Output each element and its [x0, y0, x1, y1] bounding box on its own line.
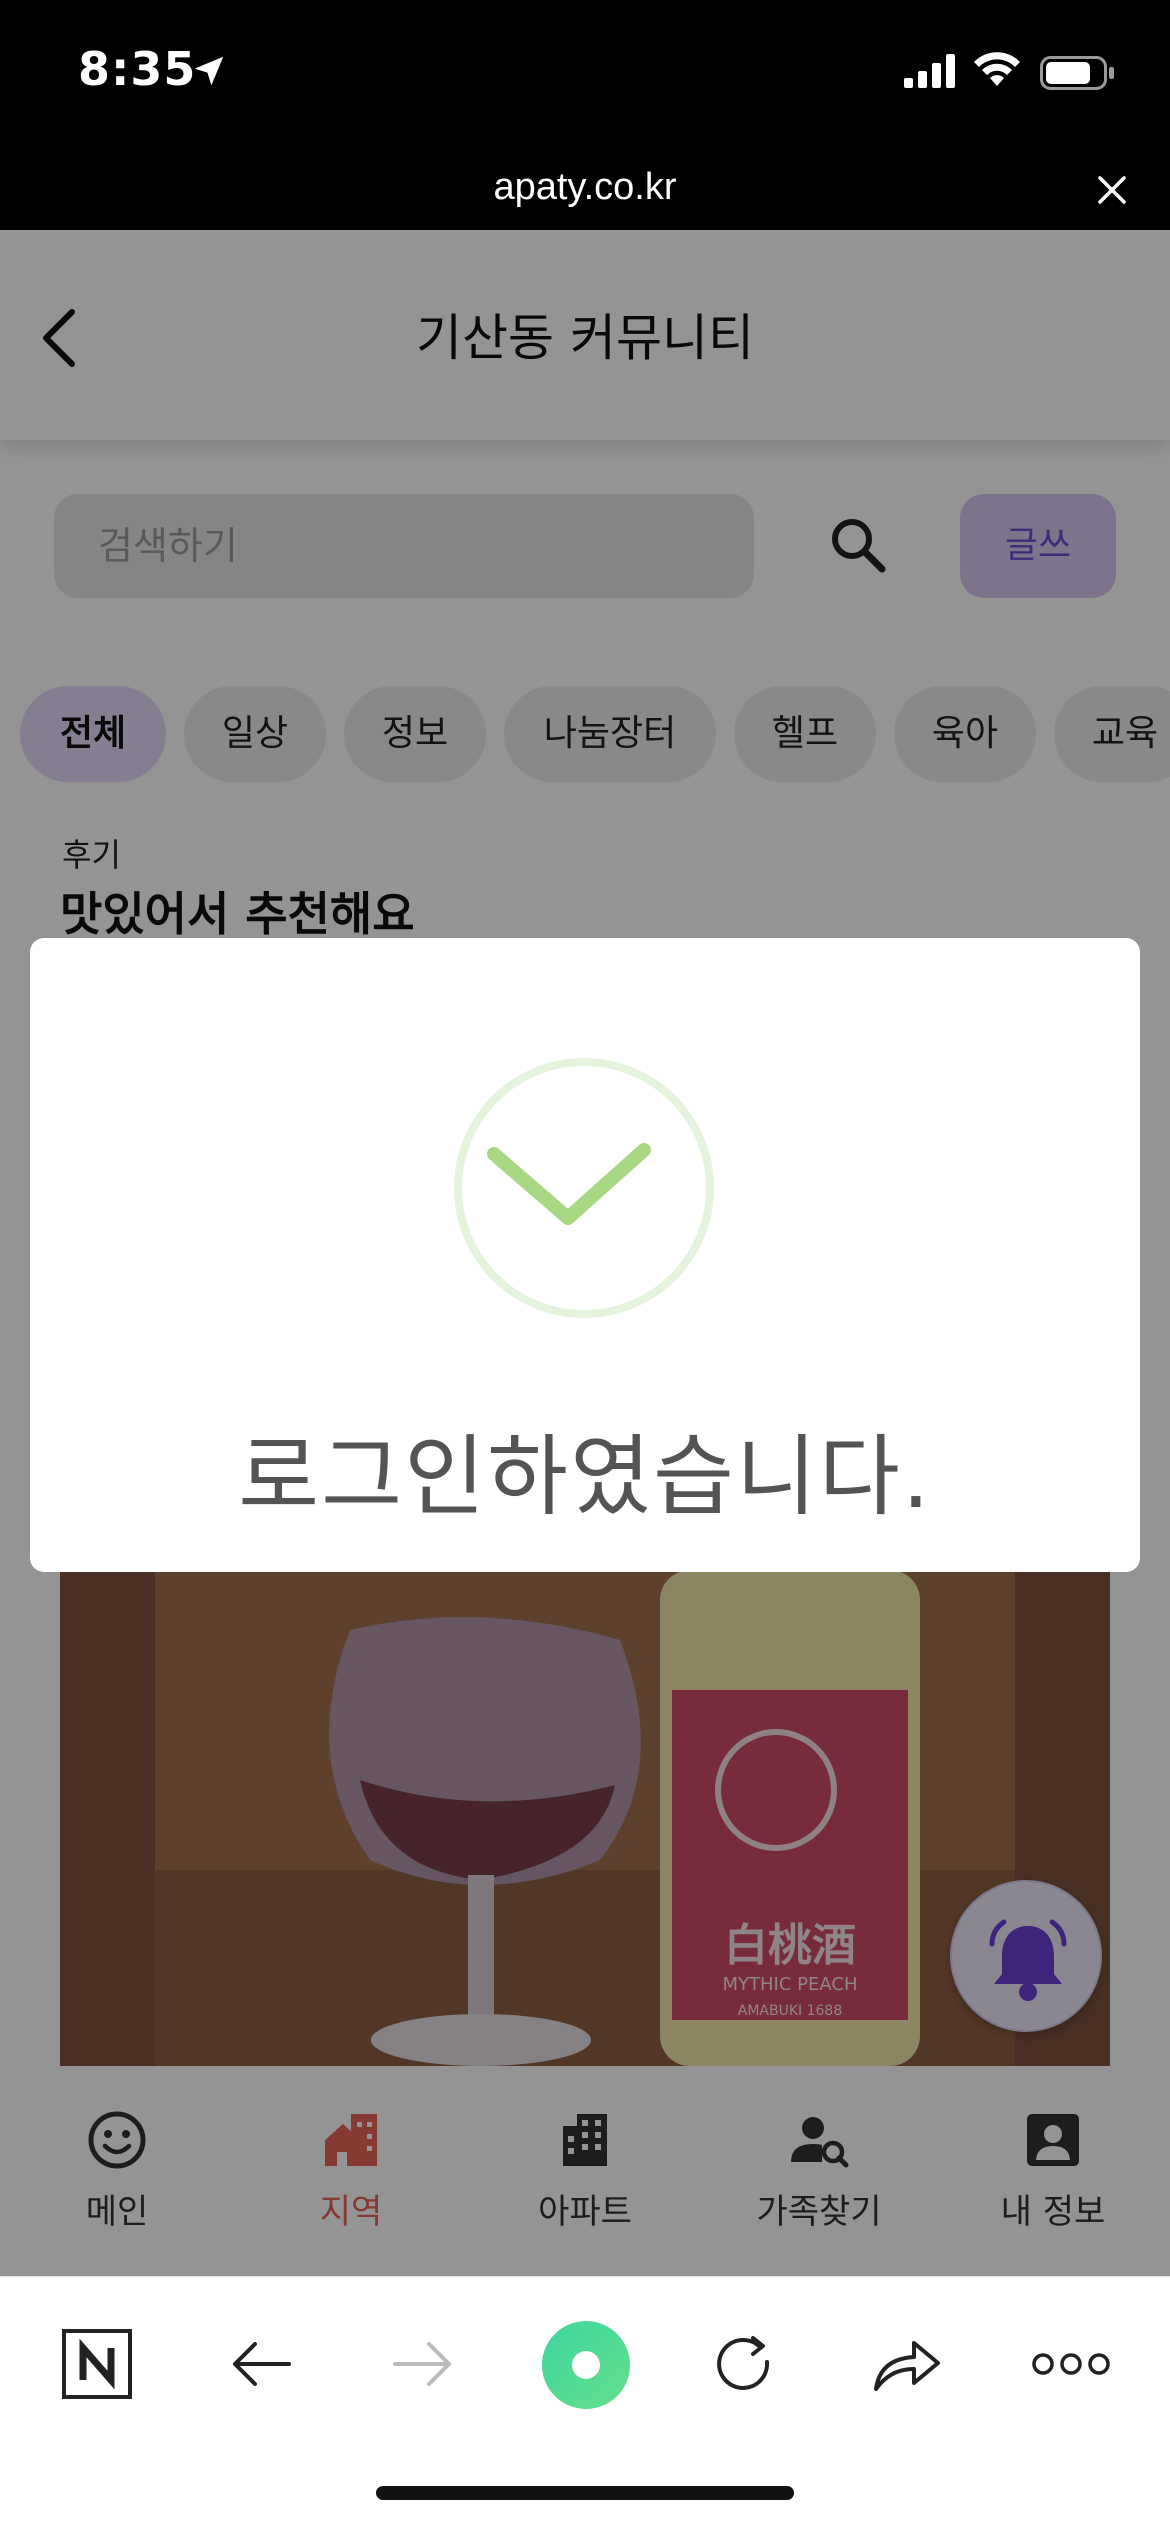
dialog-message: 로그인하였습니다. [238, 1425, 932, 1528]
battery-icon [1040, 56, 1114, 90]
forward-arrow-icon[interactable] [378, 2319, 468, 2409]
login-success-dialog: 로그인하였습니다. [30, 938, 1140, 1572]
home-green-circle-icon[interactable] [540, 2319, 632, 2411]
location-arrow-icon [194, 56, 224, 86]
status-bar: 8:35 [0, 0, 1170, 150]
reload-icon[interactable] [700, 2319, 790, 2409]
url-bar: apaty.co.kr [0, 150, 1170, 230]
more-dots-icon[interactable] [1026, 2319, 1116, 2409]
share-icon[interactable] [862, 2319, 952, 2409]
url-text[interactable]: apaty.co.kr [0, 166, 1170, 209]
status-time: 8:35 [78, 42, 197, 96]
back-arrow-icon[interactable] [216, 2319, 306, 2409]
wifi-icon [974, 52, 1020, 86]
home-indicator[interactable] [376, 2486, 794, 2500]
signal-bars-icon [904, 54, 955, 88]
naver-n-icon[interactable] [52, 2319, 142, 2409]
check-circle-icon [454, 1058, 714, 1318]
close-icon[interactable] [1094, 172, 1130, 208]
